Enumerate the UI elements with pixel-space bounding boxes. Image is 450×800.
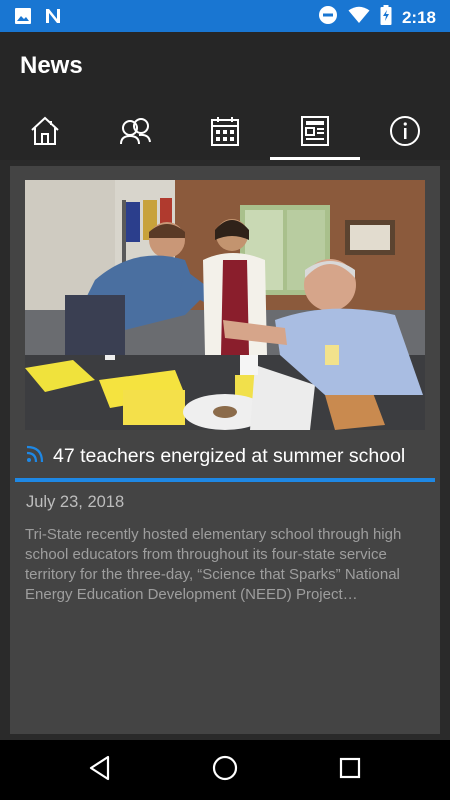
tab-bar <box>0 102 450 160</box>
news-feed: 47 teachers energized at summer school J… <box>0 160 450 740</box>
calendar-icon <box>210 115 240 147</box>
article-date: July 23, 2018 <box>26 493 125 511</box>
back-button[interactable] <box>85 755 115 785</box>
recents-button[interactable] <box>335 755 365 785</box>
article-headline-row[interactable]: 47 teachers energized at summer school <box>25 438 435 474</box>
status-time: 2:18 <box>401 7 436 27</box>
do-not-disturb-icon <box>318 5 338 30</box>
headline-divider <box>15 478 435 482</box>
home-button[interactable] <box>210 755 240 785</box>
recents-icon <box>339 757 361 784</box>
gallery-icon <box>14 7 32 30</box>
tab-calendar[interactable] <box>180 102 270 160</box>
battery-charging-icon <box>380 5 392 30</box>
app-bar: News <box>0 32 450 102</box>
newspaper-icon <box>300 115 330 147</box>
tab-people[interactable] <box>90 102 180 160</box>
tab-news[interactable] <box>270 102 360 160</box>
tab-info[interactable] <box>360 102 450 160</box>
app-n-icon <box>44 7 62 30</box>
article-photo <box>25 180 425 430</box>
info-icon <box>389 115 421 147</box>
rss-icon <box>25 444 45 469</box>
page-title: News <box>20 52 83 79</box>
home-circle-icon <box>212 755 238 786</box>
news-card[interactable]: 47 teachers energized at summer school J… <box>10 166 440 734</box>
tab-home[interactable] <box>0 102 90 160</box>
article-headline: 47 teachers energized at summer school <box>53 444 406 467</box>
people-icon <box>118 115 152 147</box>
home-icon <box>29 115 61 147</box>
status-bar: 2:18 <box>0 0 450 32</box>
system-nav-bar <box>0 740 450 800</box>
back-icon <box>88 755 112 786</box>
article-summary: Tri-State recently hosted elementary sch… <box>25 526 402 603</box>
wifi-icon <box>348 6 370 29</box>
